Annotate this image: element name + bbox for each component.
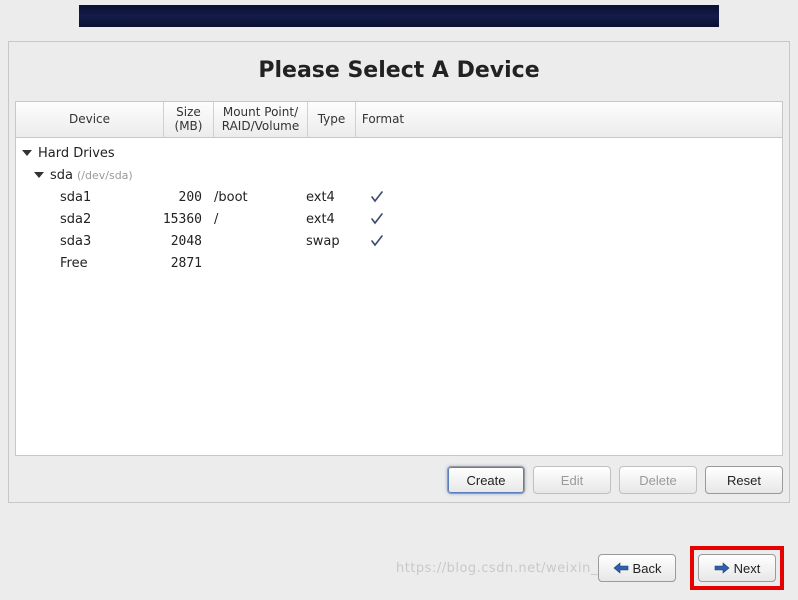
cell-size: 200 <box>158 190 208 205</box>
cell-device: sda3 <box>60 234 158 249</box>
chevron-down-icon[interactable] <box>22 150 32 156</box>
check-icon <box>369 189 385 205</box>
table-row[interactable]: Free 2871 <box>16 252 782 274</box>
cell-type: ext4 <box>302 212 350 227</box>
cell-mount: / <box>208 212 302 227</box>
edit-button: Edit <box>533 466 611 494</box>
back-button[interactable]: Back <box>598 554 676 582</box>
cell-device: sda2 <box>60 212 158 227</box>
cell-format <box>350 233 404 249</box>
table-row[interactable]: sda1 200 /boot ext4 <box>16 186 782 208</box>
arrow-left-icon <box>613 562 629 574</box>
cell-size: 15360 <box>158 212 208 227</box>
arrow-right-icon <box>714 562 730 574</box>
panel-title: Please Select A Device <box>9 42 789 101</box>
installer-header-bar <box>79 5 719 27</box>
cell-format <box>350 211 404 227</box>
col-header-format[interactable]: Format <box>356 102 410 137</box>
partition-action-row: Create Edit Delete Reset <box>9 456 789 494</box>
cell-mount: /boot <box>208 190 302 205</box>
next-button[interactable]: Next <box>698 554 776 582</box>
col-header-mount[interactable]: Mount Point/ RAID/Volume <box>214 102 308 137</box>
back-label: Back <box>633 561 662 576</box>
reset-button[interactable]: Reset <box>705 466 783 494</box>
create-button[interactable]: Create <box>447 466 525 494</box>
cell-device: Free <box>60 256 158 271</box>
tutorial-highlight: Next <box>690 546 784 590</box>
table-row[interactable]: sda2 15360 / ext4 <box>16 208 782 230</box>
cell-type: swap <box>302 234 350 249</box>
cell-size: 2048 <box>158 234 208 249</box>
col-header-size[interactable]: Size (MB) <box>164 102 214 137</box>
table-row[interactable]: sda3 2048 swap <box>16 230 782 252</box>
delete-button: Delete <box>619 466 697 494</box>
check-icon <box>369 211 385 227</box>
device-panel: Please Select A Device Device Size (MB) … <box>8 41 790 503</box>
table-body: Hard Drives sda (/dev/sda) sda1 200 /boo… <box>16 138 782 274</box>
disk-name: sda <box>50 168 73 183</box>
disk-devpath: (/dev/sda) <box>77 169 133 182</box>
check-icon <box>369 233 385 249</box>
cell-size: 2871 <box>158 256 208 271</box>
cell-format <box>350 189 404 205</box>
col-header-type[interactable]: Type <box>308 102 356 137</box>
next-label: Next <box>734 561 761 576</box>
partition-table: Device Size (MB) Mount Point/ RAID/Volum… <box>15 101 783 456</box>
col-header-device[interactable]: Device <box>16 102 164 137</box>
chevron-down-icon[interactable] <box>34 172 44 178</box>
table-header: Device Size (MB) Mount Point/ RAID/Volum… <box>16 102 782 138</box>
tree-disk-row[interactable]: sda (/dev/sda) <box>16 164 782 186</box>
cell-device: sda1 <box>60 190 158 205</box>
tree-root-row[interactable]: Hard Drives <box>16 142 782 164</box>
tree-root-label: Hard Drives <box>38 146 115 161</box>
wizard-nav-row: Back Next <box>598 546 784 590</box>
cell-type: ext4 <box>302 190 350 205</box>
